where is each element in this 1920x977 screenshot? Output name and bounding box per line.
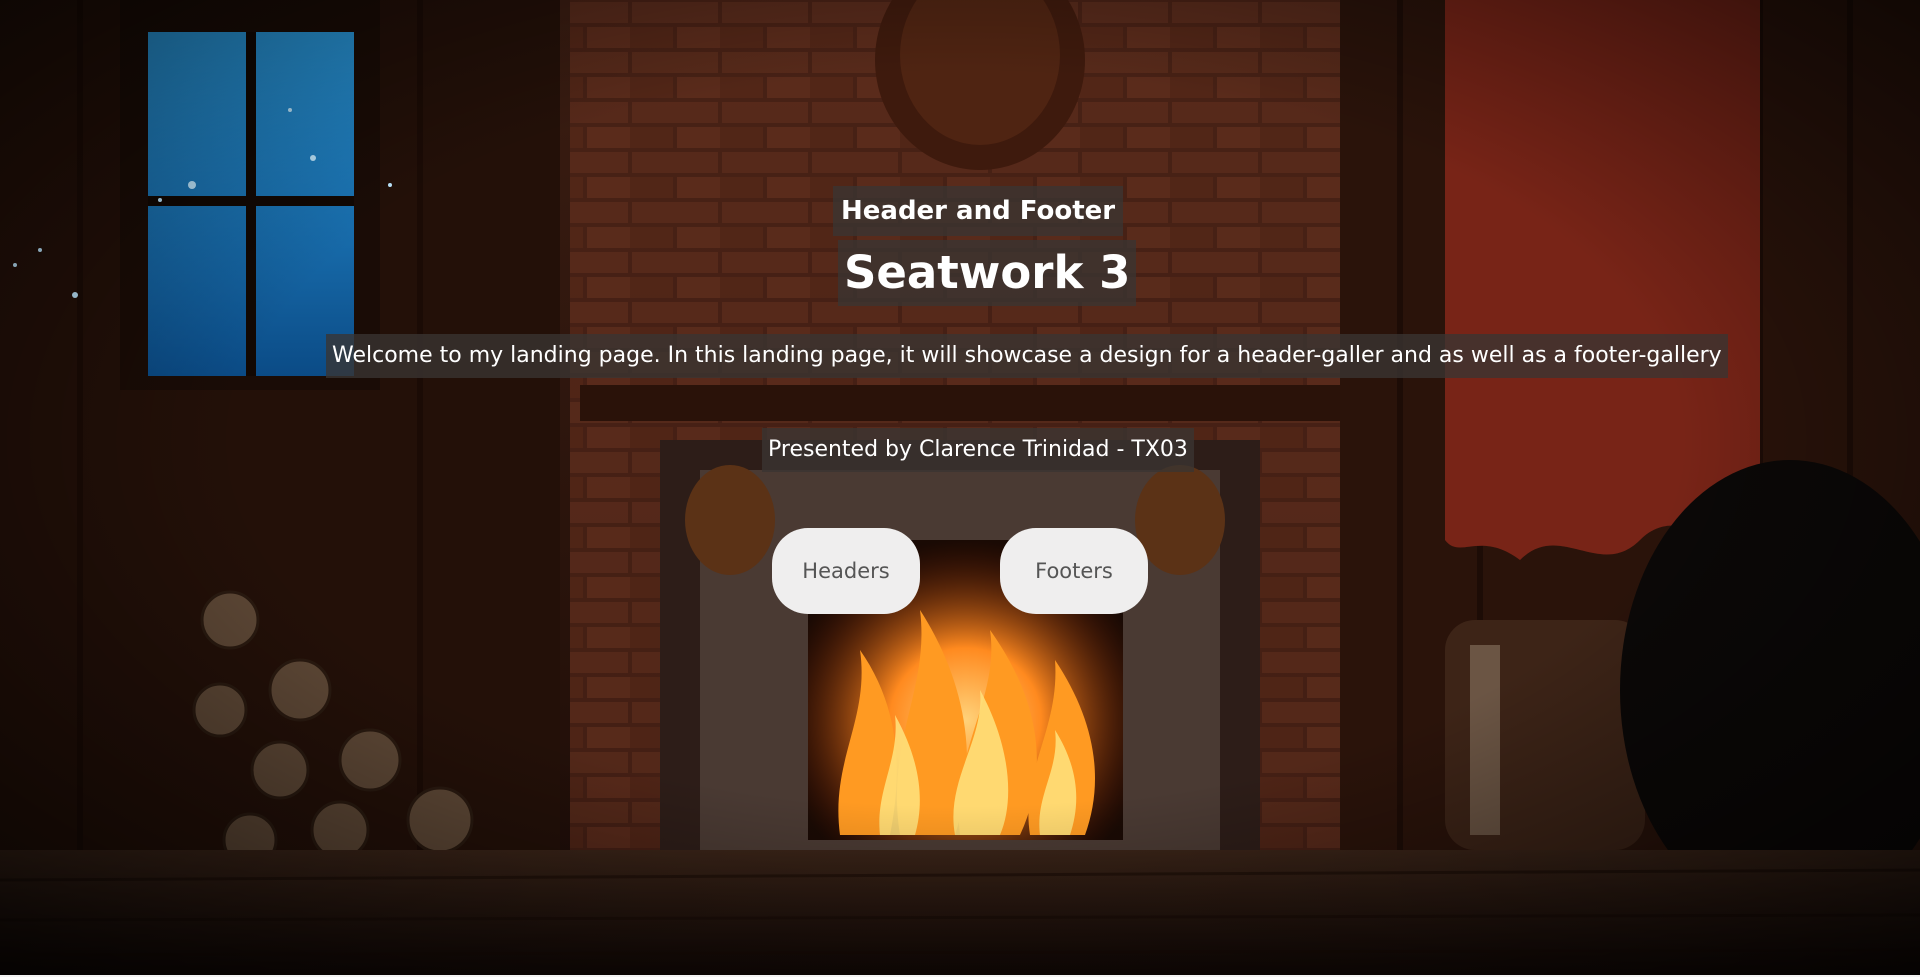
footers-button[interactable]: Footers <box>1000 528 1148 614</box>
hero-section: Header and Footer Seatwork 3 Welcome to … <box>0 0 1920 977</box>
headers-button[interactable]: Headers <box>772 528 920 614</box>
presenter-credit: Presented by Clarence Trinidad - TX03 <box>762 428 1194 472</box>
hero-title: Seatwork 3 <box>838 240 1137 306</box>
hero-subtitle: Header and Footer <box>833 186 1124 236</box>
hero-description: Welcome to my landing page. In this land… <box>326 334 1728 378</box>
